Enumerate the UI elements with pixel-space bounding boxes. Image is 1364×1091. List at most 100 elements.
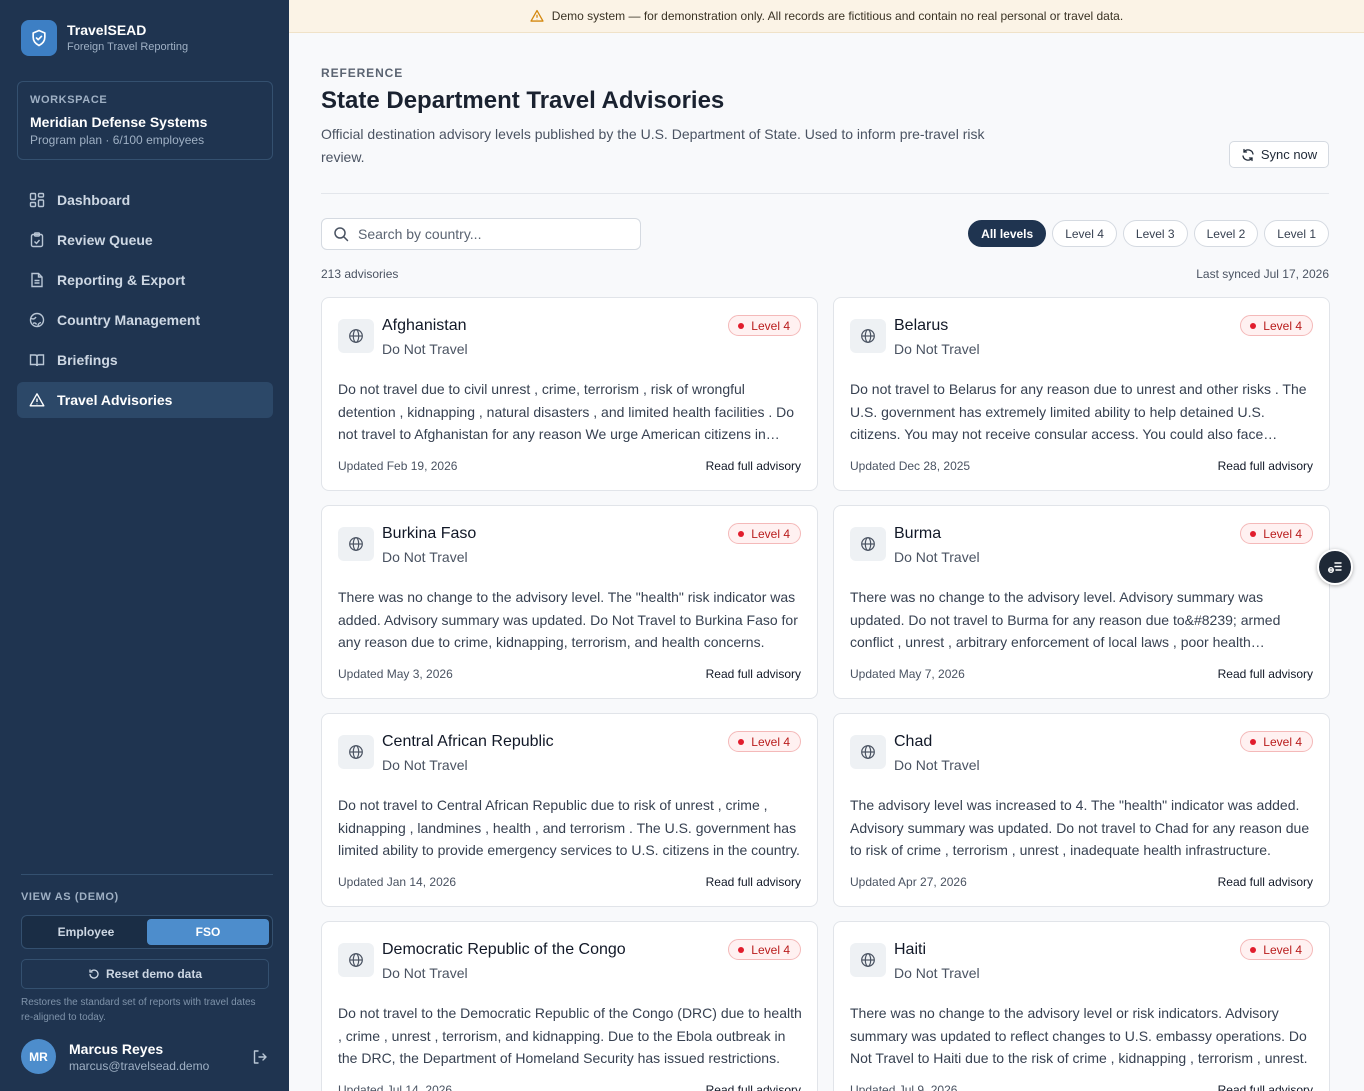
read-full-advisory-link[interactable]: Read full advisory: [1218, 875, 1313, 889]
advisory-updated: Updated May 3, 2026: [338, 667, 453, 681]
advisory-card[interactable]: Burkina Faso Do Not Travel Level 4 There…: [321, 505, 818, 699]
level-badge: Level 4: [1240, 731, 1313, 752]
advisory-summary: Do not travel due to civil unrest , crim…: [338, 381, 795, 443]
level-dot: [738, 530, 745, 537]
globe-icon: [850, 735, 886, 769]
sync-now-button[interactable]: Sync now: [1229, 141, 1329, 168]
level-badge: Level 4: [728, 939, 801, 960]
sidebar-nav: Dashboard Review Queue Reporting & Expor…: [17, 182, 273, 422]
advisory-updated: Updated Jul 9, 2026: [850, 1083, 958, 1091]
level-label: Level 4: [1263, 318, 1302, 333]
filter-list-icon: [1328, 562, 1342, 573]
advisory-status: Do Not Travel: [894, 341, 980, 357]
brand[interactable]: TravelSEAD Foreign Travel Reporting: [21, 20, 188, 56]
brand-name: TravelSEAD: [67, 22, 147, 38]
view-as-employee-button[interactable]: Employee: [25, 919, 147, 945]
search-input[interactable]: Search by country...: [321, 218, 641, 250]
demo-banner-text: Demo system — for demonstration only. Al…: [551, 9, 1124, 23]
read-full-advisory-link[interactable]: Read full advisory: [1218, 667, 1313, 681]
level-badge: Level 4: [728, 523, 801, 544]
sidebar-item-label: Briefings: [57, 352, 118, 368]
filter-all-levels[interactable]: All levels: [968, 220, 1047, 247]
level-dot: [1250, 946, 1257, 953]
advisory-card[interactable]: Haiti Do Not Travel Level 4 There was no…: [833, 921, 1330, 1091]
country-name: Democratic Republic of the Congo: [382, 941, 626, 958]
globe-icon: [338, 735, 374, 769]
read-full-advisory-link[interactable]: Read full advisory: [706, 459, 801, 473]
reset-demo-label: Reset demo data: [105, 967, 203, 981]
book-icon: [29, 354, 45, 367]
advisory-card[interactable]: Democratic Republic of the Congo Do Not …: [321, 921, 818, 1091]
sidebar: TravelSEAD Foreign Travel Reporting WORK…: [0, 0, 289, 1091]
advisory-card[interactable]: Belarus Do Not Travel Level 4 Do not tra…: [833, 297, 1330, 491]
filter-level-4[interactable]: Level 4: [1052, 220, 1117, 247]
sidebar-item-travel-advisories[interactable]: Travel Advisories: [17, 382, 273, 418]
level-label: Level 4: [751, 734, 790, 749]
level-dot: [738, 946, 745, 953]
level-badge: Level 4: [728, 731, 801, 752]
user-profile: MR Marcus Reyes marcus@travelsead.demo: [21, 1039, 269, 1074]
read-full-advisory-link[interactable]: Read full advisory: [1218, 1083, 1313, 1091]
advisory-card[interactable]: Afghanistan Do Not Travel Level 4 Do not…: [321, 297, 818, 491]
advisory-status: Do Not Travel: [894, 965, 980, 981]
reset-icon: [89, 969, 99, 979]
advisory-status: Do Not Travel: [382, 341, 468, 357]
advisory-summary: There was no change to the advisory leve…: [850, 589, 1281, 651]
refresh-icon: [1242, 148, 1254, 161]
filter-level-1[interactable]: Level 1: [1264, 220, 1329, 247]
advisory-card[interactable]: Chad Do Not Travel Level 4 The advisory …: [833, 713, 1330, 907]
search-placeholder: Search by country...: [358, 226, 482, 242]
level-label: Level 4: [1263, 734, 1302, 749]
advisory-summary: Do not travel to Belarus for any reason …: [850, 381, 1307, 443]
workspace-label: WORKSPACE: [30, 94, 108, 106]
level-dot: [1250, 322, 1257, 329]
level-badge: Level 4: [1240, 315, 1313, 336]
shield-logo-icon: [21, 20, 57, 56]
country-name: Afghanistan: [382, 317, 467, 334]
floating-tools-button[interactable]: [1317, 549, 1353, 585]
reset-demo-button[interactable]: Reset demo data: [21, 959, 269, 989]
advisory-status: Do Not Travel: [382, 549, 468, 565]
filter-level-2[interactable]: Level 2: [1193, 220, 1259, 247]
level-label: Level 4: [751, 318, 790, 333]
advisory-updated: Updated Feb 19, 2026: [338, 459, 458, 473]
level-label: Level 4: [1263, 942, 1302, 957]
sidebar-item-briefings[interactable]: Briefings: [17, 342, 273, 378]
level-dot: [1250, 738, 1257, 745]
globe-icon: [338, 943, 374, 977]
clipboard-icon: [30, 232, 44, 248]
country-name: Central African Republic: [382, 733, 554, 750]
globe-icon: [29, 312, 45, 328]
read-full-advisory-link[interactable]: Read full advisory: [1218, 459, 1313, 473]
view-as-fso-button[interactable]: FSO: [147, 919, 269, 945]
level-badge: Level 4: [1240, 523, 1313, 544]
avatar[interactable]: MR: [21, 1039, 56, 1074]
user-email: marcus@travelsead.demo: [69, 1058, 210, 1073]
advisory-status: Do Not Travel: [382, 757, 468, 773]
sidebar-item-label: Country Management: [57, 312, 201, 328]
sidebar-item-reporting-export[interactable]: Reporting & Export: [17, 262, 273, 298]
sidebar-item-review-queue[interactable]: Review Queue: [17, 222, 273, 258]
advisory-status: Do Not Travel: [382, 965, 468, 981]
logout-icon[interactable]: [251, 1048, 269, 1066]
sidebar-item-country-management[interactable]: Country Management: [17, 302, 273, 338]
last-synced: Last synced Jul 17, 2026: [1196, 267, 1329, 281]
level-dot: [738, 322, 745, 329]
read-full-advisory-link[interactable]: Read full advisory: [706, 1083, 801, 1091]
read-full-advisory-link[interactable]: Read full advisory: [706, 667, 801, 681]
divider: [321, 193, 1329, 194]
read-full-advisory-link[interactable]: Read full advisory: [706, 875, 801, 889]
filter-level-3[interactable]: Level 3: [1122, 220, 1188, 247]
level-badge: Level 4: [728, 315, 801, 336]
sidebar-item-dashboard[interactable]: Dashboard: [17, 182, 273, 218]
page-description: Official destination advisory levels pub…: [321, 126, 985, 165]
sidebar-item-label: Travel Advisories: [57, 392, 173, 408]
level-label: Level 4: [1263, 526, 1302, 541]
search-icon: [334, 227, 349, 242]
advisory-card[interactable]: Central African Republic Do Not Travel L…: [321, 713, 818, 907]
workspace-card[interactable]: WORKSPACE Meridian Defense Systems Progr…: [17, 81, 273, 160]
advisory-updated: Updated Apr 27, 2026: [850, 875, 967, 889]
advisory-card[interactable]: Burma Do Not Travel Level 4 There was no…: [833, 505, 1330, 699]
advisory-summary: There was no change to the advisory leve…: [850, 1005, 1308, 1067]
level-dot: [1250, 530, 1257, 537]
